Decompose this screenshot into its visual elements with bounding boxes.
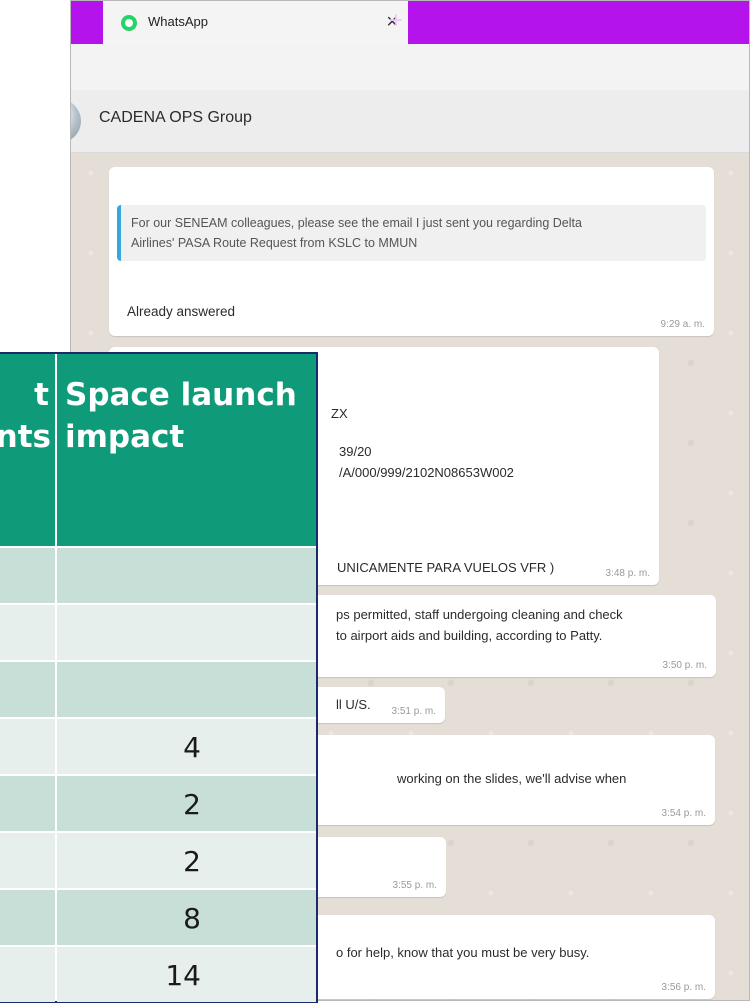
chat-title: CADENA OPS Group [99, 109, 252, 126]
message-text: o for help, know that you must be very b… [336, 945, 590, 960]
table-cell-value: 2 [183, 845, 201, 878]
table-cell [0, 548, 55, 603]
new-tab-button[interactable]: + [389, 8, 403, 34]
message-time: 3:48 p. m. [605, 568, 650, 579]
quoted-message[interactable]: For our SENEAM colleagues, please see th… [117, 205, 706, 261]
address-bar[interactable] [71, 44, 749, 90]
message-bubble[interactable]: For our SENEAM colleagues, please see th… [109, 167, 714, 336]
table-cell [0, 947, 55, 1002]
table-row [0, 605, 316, 660]
message-text: Already answered [127, 304, 236, 319]
table-header-text: Space launch [65, 377, 297, 413]
table-header-space-launch-impact: Space launch impact [57, 354, 316, 546]
table-row: 14 [0, 947, 316, 1002]
table-cell-value: 14 [165, 959, 201, 992]
table-header-cell: t nts [0, 354, 55, 546]
table-cell-space-launch-impact [57, 662, 316, 717]
space-launch-table: t nts Space launch impact 4 2 2 8 14 [0, 352, 318, 1003]
table-cell-space-launch-impact: 14 [57, 947, 316, 1002]
table-row [0, 662, 316, 717]
table-row: 8 [0, 890, 316, 945]
message-text: ZX [331, 406, 348, 421]
table-cell-value: 2 [183, 788, 201, 821]
message-text: 39/20 [339, 444, 372, 459]
message-time: 3:54 p. m. [661, 808, 706, 819]
group-avatar[interactable] [71, 99, 81, 143]
table-cell-value: 4 [183, 731, 201, 764]
table-cell [0, 605, 55, 660]
message-time: 3:51 p. m. [391, 706, 436, 717]
message-text: /A/000/999/2102N08653W002 [339, 465, 514, 480]
message-text: ps permitted, staff undergoing cleaning … [336, 607, 623, 622]
table-cell-space-launch-impact: 4 [57, 719, 316, 774]
message-time: 9:29 a. m. [660, 319, 705, 330]
tab-title: WhatsApp [148, 14, 208, 29]
table-cell [0, 662, 55, 717]
table-cell-space-launch-impact: 2 [57, 776, 316, 831]
message-time: 3:50 p. m. [662, 660, 707, 671]
table-cell-space-launch-impact: 8 [57, 890, 316, 945]
table-cell [0, 776, 55, 831]
message-text: ll U/S. [336, 697, 371, 712]
chat-header[interactable]: CADENA OPS Group [71, 90, 749, 153]
table-cell-value: 8 [183, 902, 201, 935]
table-cell [0, 890, 55, 945]
table-cell-space-launch-impact [57, 605, 316, 660]
table-header-text: nts [0, 419, 51, 455]
table-cell [0, 719, 55, 774]
table-header-text: impact [65, 419, 185, 455]
quoted-text-line: For our SENEAM colleagues, please see th… [131, 216, 582, 230]
whatsapp-icon [121, 15, 137, 31]
table-row: 2 [0, 833, 316, 888]
table-header-text: t [34, 377, 49, 413]
message-text: working on the slides, we'll advise when [397, 771, 627, 786]
message-time: 3:56 p. m. [661, 982, 706, 993]
table-row: 2 [0, 776, 316, 831]
browser-tab-strip: WhatsApp × + [71, 1, 749, 44]
message-text: to airport aids and building, according … [336, 628, 603, 643]
browser-tab-whatsapp[interactable]: WhatsApp × [103, 1, 408, 44]
table-cell-space-launch-impact: 2 [57, 833, 316, 888]
table-row [0, 548, 316, 603]
message-time: 3:55 p. m. [392, 880, 437, 891]
quoted-text-line: Airlines' PASA Route Request from KSLC t… [131, 236, 418, 250]
table-row: 4 [0, 719, 316, 774]
table-cell [0, 833, 55, 888]
table-cell-space-launch-impact [57, 548, 316, 603]
message-text: UNICAMENTE PARA VUELOS VFR ) [337, 560, 555, 575]
